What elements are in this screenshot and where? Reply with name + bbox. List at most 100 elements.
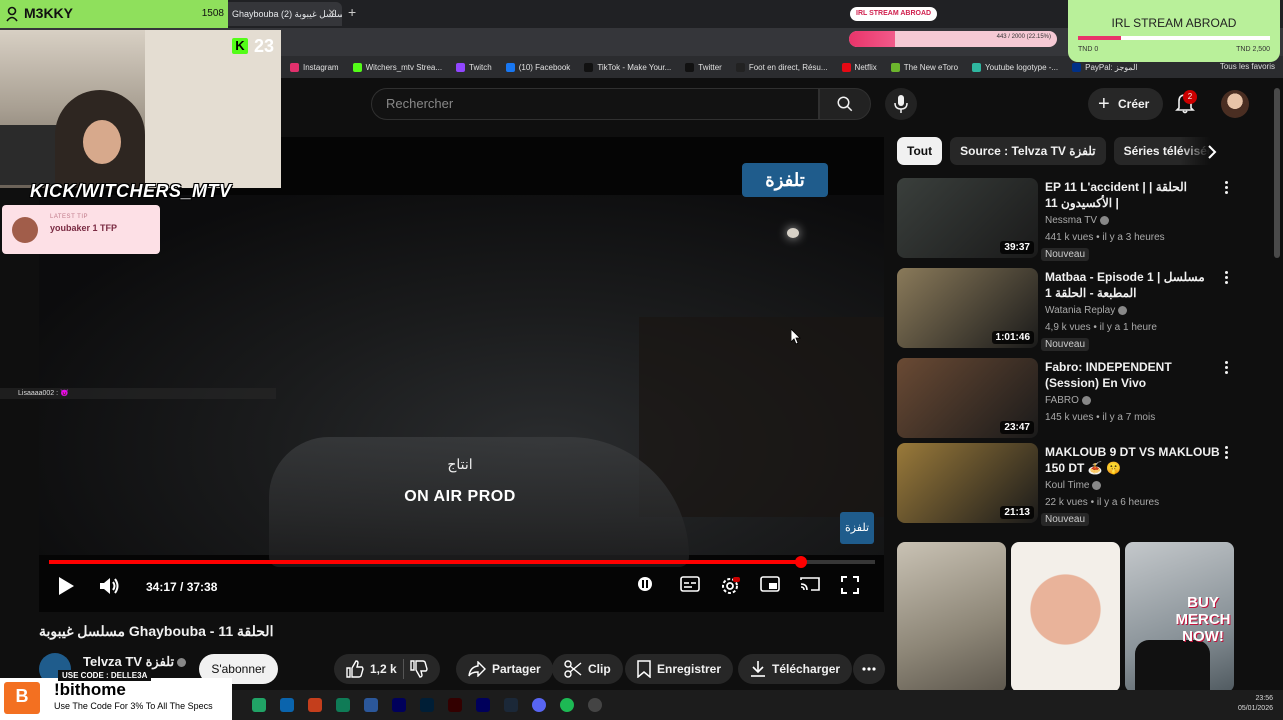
- microphone-icon: [894, 95, 908, 113]
- autoplay-toggle[interactable]: [637, 576, 653, 592]
- more-vertical-icon[interactable]: [1223, 270, 1229, 286]
- share-button[interactable]: Partager: [456, 654, 553, 684]
- chevron-right-icon[interactable]: [1207, 145, 1217, 159]
- powerpoint-icon[interactable]: [308, 698, 322, 712]
- taskbar-clock[interactable]: 23:56 05/01/2026: [1238, 694, 1273, 714]
- bookmark-item[interactable]: Netflix: [841, 62, 877, 72]
- create-label: Créer: [1118, 97, 1150, 111]
- subtitles-button[interactable]: [680, 576, 700, 592]
- webcam-streamer-face: [83, 120, 121, 164]
- video-title[interactable]: Fabro: INDEPENDENT (Session) En Vivo: [1045, 359, 1225, 391]
- clip-button[interactable]: Clip: [552, 654, 623, 684]
- spotify-icon[interactable]: [560, 698, 574, 712]
- plus-icon: +: [1098, 93, 1110, 115]
- progress-scrubber[interactable]: [794, 556, 807, 568]
- short-thumbnail[interactable]: [1011, 542, 1120, 692]
- bookmark-item[interactable]: Twitch: [456, 62, 492, 72]
- more-actions-button[interactable]: [853, 654, 885, 684]
- video-title[interactable]: EP 11 L'accident | الحلقة | الأكسيدون 11…: [1045, 179, 1225, 211]
- photoshop-icon[interactable]: [420, 698, 434, 712]
- create-button[interactable]: + Créer: [1088, 88, 1163, 120]
- video-player[interactable]: [39, 137, 884, 612]
- video-title[interactable]: MAKLOUB 9 DT VS MAKLOUB 150 DT 🍝 🤫: [1045, 444, 1225, 476]
- bookmark-item[interactable]: Foot en direct, Résu...: [735, 62, 828, 72]
- bookmark-item[interactable]: TikTok - Make Your...: [584, 62, 671, 72]
- save-button[interactable]: Enregistrer: [625, 654, 734, 684]
- visual-studio-icon[interactable]: [364, 698, 378, 712]
- like-divider: [402, 659, 404, 679]
- recommended-video[interactable]: 23:47 Fabro: INDEPENDENT (Session) En Viv…: [897, 358, 1237, 440]
- bookmark-favicon-icon: [972, 62, 982, 72]
- discord-icon[interactable]: [532, 698, 546, 712]
- channel-name[interactable]: Watania Replay: [1045, 305, 1128, 316]
- channel-watermark-small: تلفزة: [840, 512, 874, 544]
- filter-chip[interactable]: Source : Telvza TV تلفزة: [950, 137, 1106, 165]
- illustrator-icon[interactable]: [448, 698, 462, 712]
- bookmark-label: Youtube logotype -...: [985, 62, 1059, 72]
- play-button[interactable]: [57, 576, 75, 596]
- more-vertical-icon[interactable]: [1223, 180, 1229, 196]
- bookmark-item[interactable]: Instagram: [290, 62, 339, 72]
- settings-button[interactable]: [720, 576, 740, 596]
- chrome-icon[interactable]: [588, 698, 602, 712]
- browser-tab-active[interactable]: Ghaybouba مسلسل غيبوبة (2) ✕: [222, 2, 342, 26]
- new-badge: Nouveau: [1041, 248, 1090, 261]
- video-thumbnail[interactable]: 21:13: [897, 443, 1038, 523]
- tab-close-icon[interactable]: ✕: [328, 2, 336, 26]
- new-tab-plus-icon[interactable]: +: [348, 4, 356, 20]
- bookmark-favicon-icon: [685, 62, 695, 72]
- channel-name[interactable]: Telvza TV تلفزة: [83, 654, 187, 670]
- recommended-video[interactable]: 39:37 EP 11 L'accident | الحلقة | الأكسيد…: [897, 178, 1237, 261]
- search-input[interactable]: Rechercher: [371, 88, 819, 120]
- thumbs-down-icon[interactable]: [410, 660, 428, 678]
- bookmark-item[interactable]: PayPal: الموجز: [1072, 62, 1138, 72]
- bookmark-item[interactable]: (10) Facebook: [505, 62, 570, 72]
- channel-name[interactable]: Koul Time: [1045, 480, 1102, 491]
- like-count[interactable]: 1,2 k: [370, 662, 397, 676]
- search-button[interactable]: [819, 88, 871, 120]
- filter-chip[interactable]: Tout: [897, 137, 943, 165]
- cast-button[interactable]: [800, 576, 820, 592]
- bookmark-favicon-icon: [735, 62, 745, 72]
- bookmark-item[interactable]: The New eToro: [890, 62, 958, 72]
- video-duration: 39:37: [1000, 241, 1034, 254]
- bookmark-item[interactable]: Twitter: [685, 62, 722, 72]
- outlook-icon[interactable]: [280, 698, 294, 712]
- premiere-icon[interactable]: [476, 698, 490, 712]
- channel-name[interactable]: Nessma TV: [1045, 215, 1110, 226]
- after-effects-icon[interactable]: [392, 698, 406, 712]
- miniplayer-button[interactable]: [760, 576, 780, 592]
- chips-fade: [1180, 137, 1230, 165]
- sponsor-logo-icon: B: [4, 682, 40, 714]
- page-scrollbar[interactable]: [1274, 88, 1280, 258]
- recommended-video[interactable]: 21:13 MAKLOUB 9 DT VS MAKLOUB 150 DT 🍝 🤫 K…: [897, 443, 1237, 526]
- publisher-icon[interactable]: [336, 698, 350, 712]
- video-title[interactable]: Matbaa - Episode 1 | مسلسل المطبعة - الح…: [1045, 269, 1225, 301]
- recommended-video[interactable]: 1:01:46 Matbaa - Episode 1 | مسلسل المطبع…: [897, 268, 1237, 351]
- bookmark-item[interactable]: Witchers_mtv Strea...: [352, 62, 442, 72]
- channel-name[interactable]: FABRO: [1045, 395, 1091, 406]
- more-vertical-icon[interactable]: [1223, 360, 1229, 376]
- video-thumbnail[interactable]: 1:01:46: [897, 268, 1038, 348]
- kick-follower-count: 23: [254, 36, 275, 56]
- goal-card: IRL STREAM ABROAD TND 0 TND 2,500: [1068, 0, 1280, 62]
- video-thumbnail[interactable]: 23:47: [897, 358, 1038, 438]
- subtitles-icon: [680, 576, 700, 592]
- voice-search-button[interactable]: [885, 88, 917, 120]
- download-button[interactable]: Télécharger: [738, 654, 853, 684]
- fullscreen-button[interactable]: [841, 576, 859, 594]
- volume-button[interactable]: [99, 576, 121, 596]
- steam-icon[interactable]: [504, 698, 518, 712]
- account-avatar[interactable]: [1221, 90, 1249, 118]
- youtube-header: Rechercher + Créer: [280, 78, 1283, 130]
- short-thumbnail[interactable]: [897, 542, 1006, 692]
- play-icon: [59, 577, 74, 595]
- bookmark-item[interactable]: Youtube logotype -...: [972, 62, 1059, 72]
- thumbs-up-icon[interactable]: [346, 660, 364, 678]
- excel-icon[interactable]: [252, 698, 266, 712]
- progress-bar[interactable]: [49, 556, 875, 568]
- video-thumbnail[interactable]: 39:37: [897, 178, 1038, 258]
- more-vertical-icon[interactable]: [1223, 445, 1229, 461]
- bookmark-label: Twitter: [698, 62, 722, 72]
- new-badge: Nouveau: [1041, 513, 1090, 526]
